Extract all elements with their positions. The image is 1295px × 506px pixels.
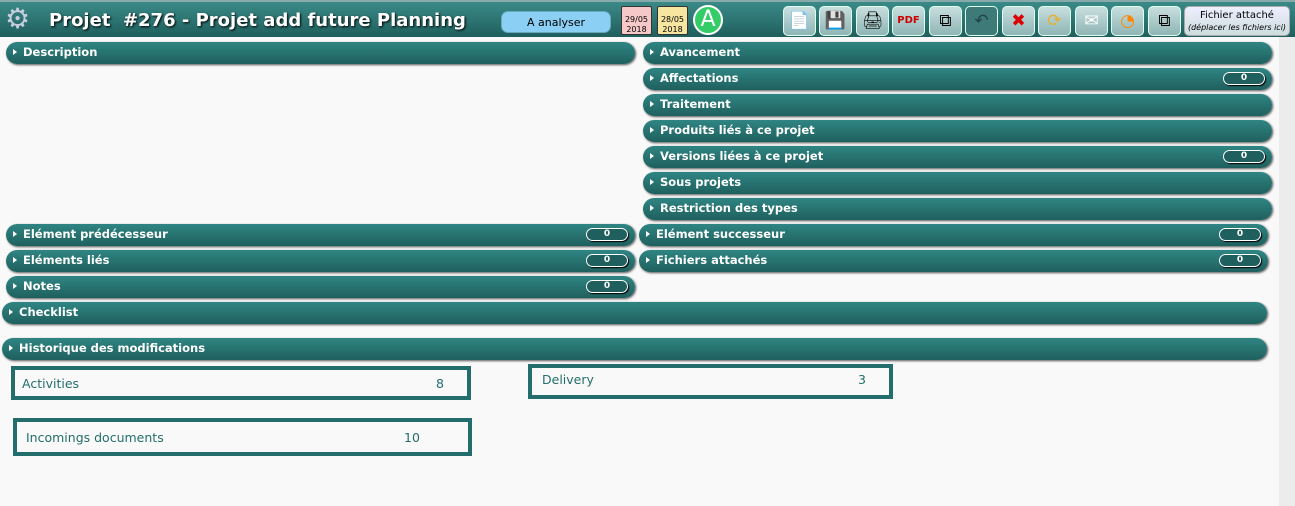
section-successeur[interactable]: Elément successeur 0 [639,224,1268,246]
section-label: Elément successeur [656,227,785,241]
end-year: 2018 [662,25,683,34]
page-title: Projet #276 - Projet add future Planning [49,10,466,31]
gear-icon: ⚙ [5,2,31,35]
section-label: Checklist [19,305,79,319]
count-badge: 0 [586,254,628,267]
attach-hint: (déplacer les fichiers ici) [1187,23,1287,32]
section-notes[interactable]: Notes 0 [6,276,635,298]
calendar-end-icon[interactable]: 28/05 2018 [657,6,688,35]
undo-button[interactable]: ↶ [965,6,998,36]
counter-value: 3 [858,372,866,387]
count-badge: 0 [1219,228,1261,241]
section-affectations[interactable]: Affectations 0 [643,68,1272,90]
count-badge: 0 [586,228,628,241]
section-label: Traitement [660,97,731,111]
section-label: Notes [23,279,61,293]
save-button[interactable]: 💾 [819,6,852,36]
scrollbar[interactable] [1279,37,1295,506]
attach-title: Fichier attaché [1200,10,1274,21]
print-button[interactable]: 🖨 [856,6,889,36]
section-label: Historique des modifications [19,341,206,355]
end-date: 28/05 [660,15,685,24]
calendar-start-icon[interactable]: 29/05 2018 [621,6,652,35]
section-label: Produits liés à ce projet [660,123,815,137]
section-fichiers[interactable]: Fichiers attachés 0 [639,250,1268,272]
delete-button[interactable]: ✖ [1002,6,1035,36]
avatar[interactable]: A [693,5,723,35]
section-versions[interactable]: Versions liées à ce projet 0 [643,146,1272,168]
section-label: Description [23,45,98,59]
new-button[interactable]: 📄 [783,6,816,36]
header-bar: ⚙ Projet #276 - Projet add future Planni… [0,0,1295,37]
counter-label: Delivery [542,372,594,387]
pdf-button[interactable]: PDF [892,6,925,36]
multi-save-button[interactable]: ⧉ [1148,6,1181,36]
counter-label: Incomings documents [26,430,164,445]
counter-delivery[interactable]: Delivery 3 [528,364,893,399]
section-label: Restriction des types [660,201,798,215]
section-label: Avancement [660,45,741,59]
section-label: Eléments liés [23,253,110,267]
mail-button[interactable]: ✉ [1075,6,1108,36]
section-label: Versions liées à ce projet [660,149,824,163]
section-historique[interactable]: Historique des modifications [2,338,1267,360]
status-badge[interactable]: A analyser [501,11,611,33]
section-elements-lies[interactable]: Eléments liés 0 [6,250,635,272]
count-badge: 0 [1223,150,1265,163]
counter-activities[interactable]: Activities 8 [11,366,471,400]
section-label: Affectations [660,71,739,85]
section-label: Elément prédécesseur [23,227,168,241]
counter-value: 10 [404,430,420,445]
counter-incomings[interactable]: Incomings documents 10 [13,418,472,456]
section-label: Fichiers attachés [656,253,768,267]
section-produits[interactable]: Produits liés à ce projet [643,120,1272,142]
section-predecesseur[interactable]: Elément prédécesseur 0 [6,224,635,246]
counter-value: 8 [436,376,444,391]
count-badge: 0 [586,280,628,293]
attach-file-dropzone[interactable]: Fichier attaché (déplacer les fichiers ic… [1184,6,1290,36]
section-sous-projets[interactable]: Sous projets [643,172,1272,194]
section-avancement[interactable]: Avancement [643,42,1272,64]
section-traitement[interactable]: Traitement [643,94,1272,116]
start-year: 2018 [626,25,647,34]
refresh-button[interactable]: ⟳ [1038,6,1071,36]
start-date: 29/05 [624,15,649,24]
copy-button[interactable]: ⧉ [929,6,962,36]
rss-button[interactable]: ◔ [1111,6,1144,36]
section-checklist[interactable]: Checklist [2,302,1267,324]
count-badge: 0 [1223,72,1265,85]
counter-label: Activities [22,376,80,391]
count-badge: 0 [1219,254,1261,267]
section-restriction[interactable]: Restriction des types [643,198,1272,220]
section-label: Sous projets [660,175,742,189]
section-description[interactable]: Description [6,42,635,64]
